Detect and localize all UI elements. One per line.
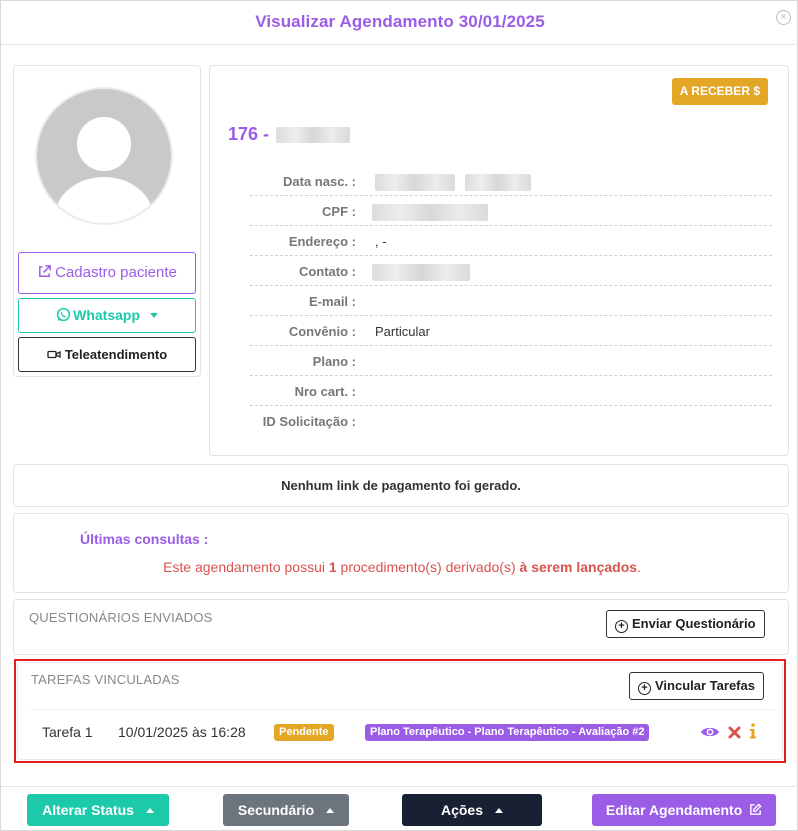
teleatendimento-label: Teleatendimento bbox=[64, 347, 168, 362]
patient-details-card: A RECEBER $ 176 - Data nasc. : CPF : End… bbox=[209, 65, 789, 456]
field-label: Endereço : bbox=[288, 234, 356, 249]
whatsapp-icon bbox=[56, 307, 71, 322]
video-camera-icon bbox=[47, 350, 61, 359]
info-row-birthdate: Data nasc. : bbox=[250, 166, 772, 196]
field-label: Data nasc. : bbox=[283, 174, 356, 189]
enviar-questionario-button[interactable]: + Enviar Questionário bbox=[606, 610, 765, 638]
caret-up-icon bbox=[145, 808, 154, 813]
info-row-plano: Plano : bbox=[250, 346, 772, 376]
field-value: Particular bbox=[375, 324, 430, 339]
external-link-icon bbox=[39, 265, 51, 277]
whatsapp-button[interactable]: Whatsapp bbox=[18, 298, 196, 333]
teleatendimento-button[interactable]: Teleatendimento bbox=[18, 337, 196, 372]
info-row-cpf: CPF : bbox=[250, 196, 772, 226]
field-label: Convênio : bbox=[288, 324, 356, 339]
eye-icon[interactable] bbox=[700, 725, 720, 739]
modal-title: Visualizar Agendamento 30/01/2025 bbox=[255, 12, 545, 31]
notice-middle: procedimento(s) derivado(s) bbox=[340, 559, 516, 575]
redacted-contato bbox=[372, 264, 470, 282]
field-label: Nro cart. : bbox=[294, 384, 356, 399]
acoes-label: Ações bbox=[440, 802, 484, 818]
field-label: ID Solicitação : bbox=[262, 414, 356, 429]
redacted-cpf bbox=[372, 204, 488, 222]
status-badge: A RECEBER $ bbox=[671, 78, 768, 105]
secundario-button[interactable]: Secundário bbox=[223, 794, 349, 826]
field-value bbox=[375, 174, 531, 192]
notice-prefix: Este agendamento possui bbox=[163, 559, 325, 575]
vincular-tarefas-label: Vincular Tarefas bbox=[655, 678, 755, 693]
tarefa-name: Tarefa 1 bbox=[42, 724, 93, 740]
questionarios-card: QUESTIONÁRIOS ENVIADOS + Enviar Questioná… bbox=[13, 599, 789, 655]
field-label: E-mail : bbox=[309, 294, 356, 309]
field-label: CPF : bbox=[322, 204, 356, 219]
info-row-id-solicitacao: ID Solicitação : bbox=[250, 406, 772, 436]
whatsapp-label: Whatsapp bbox=[73, 307, 140, 323]
info-row-nro-cart: Nro cart. : bbox=[250, 376, 772, 406]
plus-circle-icon: + bbox=[638, 682, 651, 695]
patient-id: 176 - bbox=[228, 124, 351, 145]
field-value: , - bbox=[375, 234, 387, 249]
info-row-endereco: Endereço : , - bbox=[250, 226, 772, 256]
tarefa-status-badge: Pendente bbox=[274, 724, 334, 741]
procedimentos-notice: Este agendamento possui 1 procedimento(s… bbox=[14, 559, 790, 575]
payment-message: Nenhum link de pagamento foi gerado. bbox=[281, 478, 521, 493]
info-row-contato: Contato : bbox=[250, 256, 772, 286]
vincular-tarefas-button[interactable]: + Vincular Tarefas bbox=[629, 672, 764, 700]
delete-x-icon[interactable] bbox=[728, 726, 741, 739]
caret-down-icon bbox=[149, 313, 158, 318]
footer-divider bbox=[1, 786, 798, 787]
secundario-label: Secundário bbox=[237, 802, 315, 818]
alterar-status-label: Alterar Status bbox=[42, 802, 134, 818]
tarefa-datetime: 10/01/2025 às 16:28 bbox=[118, 724, 246, 740]
appointment-modal: Visualizar Agendamento 30/01/2025 × Cada… bbox=[0, 0, 798, 831]
plus-circle-icon: + bbox=[615, 620, 628, 633]
redacted-patient-name bbox=[276, 127, 351, 144]
enviar-questionario-label: Enviar Questionário bbox=[632, 616, 756, 631]
field-value bbox=[372, 204, 488, 222]
editar-agendamento-button[interactable]: Editar Agendamento bbox=[592, 794, 776, 826]
redacted-age bbox=[464, 174, 531, 192]
alterar-status-button[interactable]: Alterar Status bbox=[27, 794, 169, 826]
tarefas-title: TAREFAS VINCULADAS bbox=[31, 672, 180, 687]
patient-info-list: Data nasc. : CPF : Endereço : , - Contat… bbox=[250, 166, 772, 436]
patient-avatar-card: Cadastro paciente Whatsapp Teleatendimen… bbox=[13, 65, 201, 377]
caret-up-icon bbox=[326, 808, 335, 813]
info-row-email: E-mail : bbox=[250, 286, 772, 316]
notice-end: . bbox=[637, 559, 641, 575]
tarefa-row: Tarefa 1 10/01/2025 às 16:28 Pendente Pl… bbox=[30, 709, 774, 751]
close-icon[interactable]: × bbox=[776, 10, 791, 25]
field-value bbox=[372, 264, 470, 282]
avatar-head-shape bbox=[77, 117, 131, 171]
tarefa-plan-badge: Plano Terapêutico - Plano Terapêutico - … bbox=[365, 724, 650, 741]
cadastro-paciente-label: Cadastro paciente bbox=[55, 264, 177, 281]
questionarios-title: QUESTIONÁRIOS ENVIADOS bbox=[29, 610, 213, 625]
notice-count: 1 bbox=[328, 559, 337, 575]
info-icon[interactable] bbox=[749, 723, 757, 739]
modal-header: Visualizar Agendamento 30/01/2025 × bbox=[1, 1, 798, 45]
avatar bbox=[35, 87, 173, 225]
tarefas-card: TAREFAS VINCULADAS + Vincular Tarefas Tar… bbox=[17, 662, 783, 760]
editar-agendamento-label: Editar Agendamento bbox=[605, 802, 743, 818]
cadastro-paciente-button[interactable]: Cadastro paciente bbox=[18, 252, 196, 294]
field-label: Plano : bbox=[312, 354, 356, 369]
caret-up-icon bbox=[495, 808, 504, 813]
edit-icon bbox=[750, 803, 762, 815]
field-label: Contato : bbox=[298, 264, 356, 279]
acoes-button[interactable]: Ações bbox=[402, 794, 542, 826]
ultimas-consultas-card: Últimas consultas : Este agendamento pos… bbox=[13, 513, 789, 593]
patient-id-prefix: 176 - bbox=[228, 124, 270, 144]
payment-link-card: Nenhum link de pagamento foi gerado. bbox=[13, 464, 789, 507]
info-row-convenio: Convênio : Particular bbox=[250, 316, 772, 346]
redacted-birthdate bbox=[375, 174, 455, 192]
notice-strong: à serem lançados bbox=[519, 559, 638, 575]
ultimas-consultas-title: Últimas consultas : bbox=[80, 531, 209, 547]
avatar-body-shape bbox=[55, 177, 153, 223]
